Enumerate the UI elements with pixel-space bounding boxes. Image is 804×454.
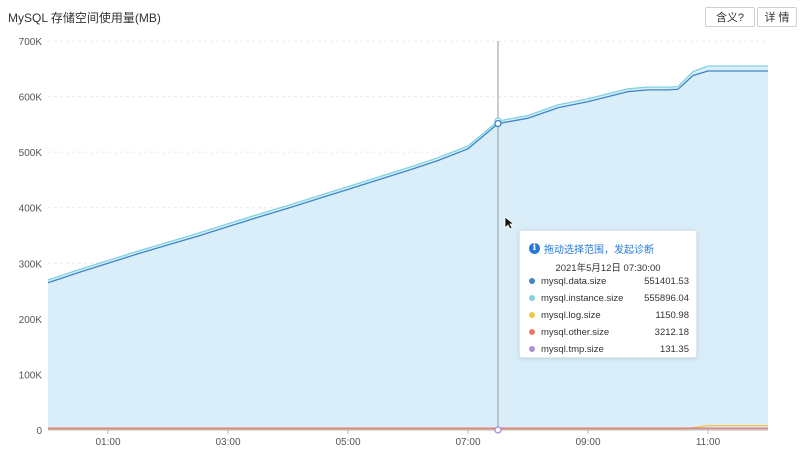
tooltip-series-name: mysql.log.size [541,309,601,321]
series-color-dot [529,295,535,301]
tooltip-row: mysql.log.size 1150.98 [529,308,689,322]
x-tick-label: 07:00 [455,437,480,448]
tooltip-series-value: 3212.18 [654,326,689,338]
tooltip-series-name: mysql.instance.size [541,292,624,304]
info-icon: i [529,243,540,254]
y-tick-label: 700K [19,37,43,48]
tooltip-row: mysql.other.size 3212.18 [529,325,689,339]
tooltip-time: 2021年5月12日 07:30:00 [555,263,661,274]
hover-point [494,119,502,128]
x-tick-label: 05:00 [335,437,360,448]
series-color-dot [529,278,535,284]
tooltip-row: mysql.data.size 551401.53 [529,274,689,288]
storage-area-chart[interactable]: 0 100K 200K 300K 400K 500K 600K 700K 01:00 03:00 0… [0,0,804,454]
tooltip-header[interactable]: i 拖动选择范围，发起诊断 [529,241,654,256]
mouse-cursor-icon [504,216,514,230]
y-tick-label: 100K [19,370,43,381]
tooltip-row: mysql.tmp.size 131.35 [529,342,689,356]
series-color-dot [529,329,535,335]
y-tick-label: 200K [19,315,43,326]
tooltip-series-value: 551401.53 [644,275,689,287]
x-tick-label: 09:00 [575,437,600,448]
series-color-dot [529,312,535,318]
tooltip-series-value: 131.35 [659,343,689,355]
y-tick-label: 400K [19,204,43,215]
y-tick-label: 600K [19,93,43,104]
tooltip-series-value: 555896.04 [644,292,689,304]
x-tick-label: 01:00 [95,437,120,448]
tooltip-header-text: 拖动选择范围，发起诊断 [544,245,654,256]
tooltip-row: mysql.instance.size 555896.04 [529,291,689,305]
tooltip-series-value: 1150.98 [655,309,689,321]
x-tick-label: 03:00 [215,437,240,448]
y-tick-label: 500K [19,148,43,159]
hover-tooltip: i 拖动选择范围，发起诊断 2021年5月12日 07:30:00 mysql.… [519,230,697,358]
tooltip-series-name: mysql.other.size [541,326,610,338]
x-tick-label: 11:00 [696,437,721,448]
tooltip-series-name: mysql.tmp.size [541,343,604,355]
tooltip-series-name: mysql.data.size [541,275,607,287]
y-tick-label: 0 [36,426,42,437]
hover-point [494,426,502,434]
series-color-dot [529,346,535,352]
y-tick-label: 300K [19,259,43,270]
